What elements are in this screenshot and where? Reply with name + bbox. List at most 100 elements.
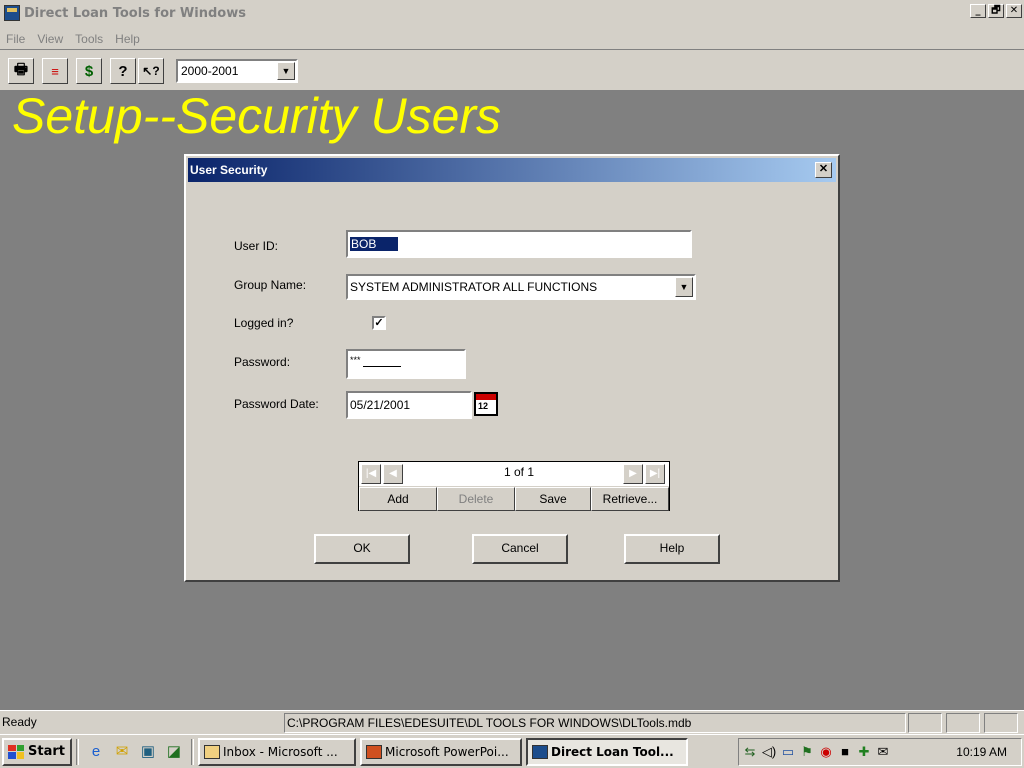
menu-file[interactable]: File — [6, 32, 25, 46]
restore-button[interactable]: 🗗 — [988, 4, 1004, 18]
help-icon: ? — [118, 62, 128, 80]
context-help-icon: ↖? — [142, 64, 160, 78]
quick-launch-separator — [191, 738, 194, 765]
password-label: Password: — [234, 355, 291, 369]
taskbar: Start e ✉ ▣ ◪ Inbox - Microsoft ... Micr… — [0, 734, 1024, 768]
system-tray: ⇆ ◁) ▭ ⚑ ◉ ■ ✚ ✉ 10:19 AM — [738, 738, 1022, 766]
dialog-title: User Security — [190, 163, 268, 177]
monitor-icon[interactable]: ▭ — [780, 744, 796, 760]
minimize-button[interactable]: _ — [970, 4, 986, 18]
password-underline — [362, 365, 401, 367]
close-button[interactable]: ✕ — [1006, 4, 1022, 18]
group-name-label: Group Name: — [234, 278, 307, 292]
ok-button[interactable]: OK — [314, 534, 410, 564]
add-button[interactable]: Add — [359, 487, 437, 511]
logged-in-label: Logged in? — [234, 316, 294, 330]
password-value: *** — [350, 355, 361, 365]
window-title: Direct Loan Tools for Windows — [24, 5, 246, 21]
task-inbox-label: Inbox - Microsoft ... — [223, 744, 338, 759]
task-powerpoint-label: Microsoft PowerPoi... — [385, 744, 509, 759]
printer-icon: 🖶 — [13, 60, 29, 78]
internet-explorer-icon[interactable]: e — [86, 742, 106, 762]
navigator-bar: |◀ ◀ 1 of 1 ▶ ▶| — [359, 462, 669, 486]
app-window: Direct Loan Tools for Windows _ 🗗 ✕ File… — [0, 0, 1024, 768]
navigator-commands: Add Delete Save Retrieve... — [359, 487, 669, 511]
chevron-down-icon[interactable]: ▼ — [277, 62, 295, 80]
calendar-icon-glyph: 12 — [478, 401, 489, 411]
dollar-icon: $ — [84, 62, 94, 80]
status-text: Ready — [2, 715, 37, 729]
context-help-button[interactable]: ↖? — [138, 58, 164, 84]
menu-help[interactable]: Help — [115, 32, 140, 46]
camera-icon[interactable]: ■ — [837, 744, 853, 760]
save-button[interactable]: Save — [515, 487, 591, 511]
task-powerpoint[interactable]: Microsoft PowerPoi... — [360, 737, 522, 766]
toolbar: 🖶 ≡ $ ? ↖? 2000-2001 ▼ — [0, 52, 1024, 90]
network-icon[interactable]: ⇆ — [742, 744, 758, 760]
delete-button[interactable]: Delete — [437, 487, 515, 511]
next-record-icon[interactable]: ▶ — [623, 464, 643, 484]
slide-title: Setup--Security Users — [12, 88, 502, 144]
last-record-icon[interactable]: ▶| — [645, 464, 665, 484]
award-year-value: 2000-2001 — [181, 64, 239, 78]
desktop-icon[interactable]: ▣ — [138, 742, 158, 762]
windows-logo-icon — [8, 744, 24, 759]
prev-record-icon[interactable]: ◀ — [383, 464, 403, 484]
task-direct-loan-label: Direct Loan Tool... — [551, 744, 674, 759]
group-name-select[interactable]: SYSTEM ADMINISTRATOR ALL FUNCTIONS ▼ — [346, 274, 696, 300]
password-field[interactable]: *** — [346, 349, 466, 379]
print-button[interactable]: 🖶 — [8, 58, 34, 84]
app-icon — [4, 5, 20, 21]
password-date-field[interactable]: 05/21/2001 — [346, 391, 472, 419]
help-dialog-button[interactable]: Help — [624, 534, 720, 564]
dialog-title-bar[interactable]: User Security ✕ — [188, 158, 836, 182]
status-cell — [984, 713, 1018, 733]
password-date-label: Password Date: — [234, 397, 319, 411]
direct-loan-icon — [532, 744, 548, 759]
menu-bar: File View Tools Help — [0, 28, 1024, 50]
calendar-icon[interactable]: 12 — [474, 392, 498, 416]
loan-button[interactable]: ≡ — [42, 58, 68, 84]
status-cell — [946, 713, 980, 733]
user-security-dialog: User Security ✕ User ID: BOB Group Name:… — [184, 154, 840, 582]
help-button[interactable]: ? — [110, 58, 136, 84]
status-bar: Ready C:\PROGRAM FILES\EDESUITE\DL TOOLS… — [0, 710, 1024, 734]
menu-view[interactable]: View — [37, 32, 63, 46]
task-direct-loan[interactable]: Direct Loan Tool... — [526, 737, 688, 766]
logged-in-checkbox[interactable]: ✓ — [372, 316, 386, 330]
record-navigator: |◀ ◀ 1 of 1 ▶ ▶| Add Delete Save Retriev… — [358, 461, 670, 511]
cancel-button[interactable]: Cancel — [472, 534, 568, 564]
chevron-down-icon[interactable]: ▼ — [675, 277, 693, 297]
record-position: 1 of 1 — [503, 465, 535, 479]
user-id-field[interactable]: BOB — [346, 230, 692, 258]
mail-icon[interactable]: ✉ — [875, 744, 891, 760]
window-title-bar[interactable]: Direct Loan Tools for Windows _ 🗗 ✕ — [0, 0, 1024, 26]
channels-icon[interactable]: ◪ — [164, 742, 184, 762]
inbox-icon — [204, 744, 220, 759]
loan-icon: ≡ — [51, 63, 59, 79]
start-button[interactable]: Start — [2, 737, 72, 766]
dollar-button[interactable]: $ — [76, 58, 102, 84]
task-inbox[interactable]: Inbox - Microsoft ... — [198, 737, 356, 766]
user-id-label: User ID: — [234, 239, 279, 253]
clock: 10:19 AM — [956, 745, 1007, 759]
award-year-select[interactable]: 2000-2001 ▼ — [176, 59, 298, 83]
user-id-value: BOB — [350, 237, 399, 251]
antivirus-icon[interactable]: ✚ — [856, 744, 872, 760]
quick-launch-separator — [76, 738, 79, 765]
ati-icon[interactable]: ◉ — [818, 744, 834, 760]
menu-tools[interactable]: Tools — [75, 32, 103, 46]
flag-icon[interactable]: ⚑ — [799, 744, 815, 760]
database-path: C:\PROGRAM FILES\EDESUITE\DL TOOLS FOR W… — [284, 713, 906, 733]
dialog-close-button[interactable]: ✕ — [815, 162, 832, 178]
volume-icon[interactable]: ◁) — [761, 744, 777, 760]
start-label: Start — [28, 744, 65, 759]
outlook-icon[interactable]: ✉ — [112, 742, 132, 762]
window-controls: _ 🗗 ✕ — [970, 4, 1022, 18]
password-date-value: 05/21/2001 — [350, 398, 411, 412]
retrieve-button[interactable]: Retrieve... — [591, 487, 669, 511]
first-record-icon[interactable]: |◀ — [361, 464, 381, 484]
group-name-value: SYSTEM ADMINISTRATOR ALL FUNCTIONS — [350, 280, 598, 294]
powerpoint-icon — [366, 744, 382, 759]
status-cell — [908, 713, 942, 733]
